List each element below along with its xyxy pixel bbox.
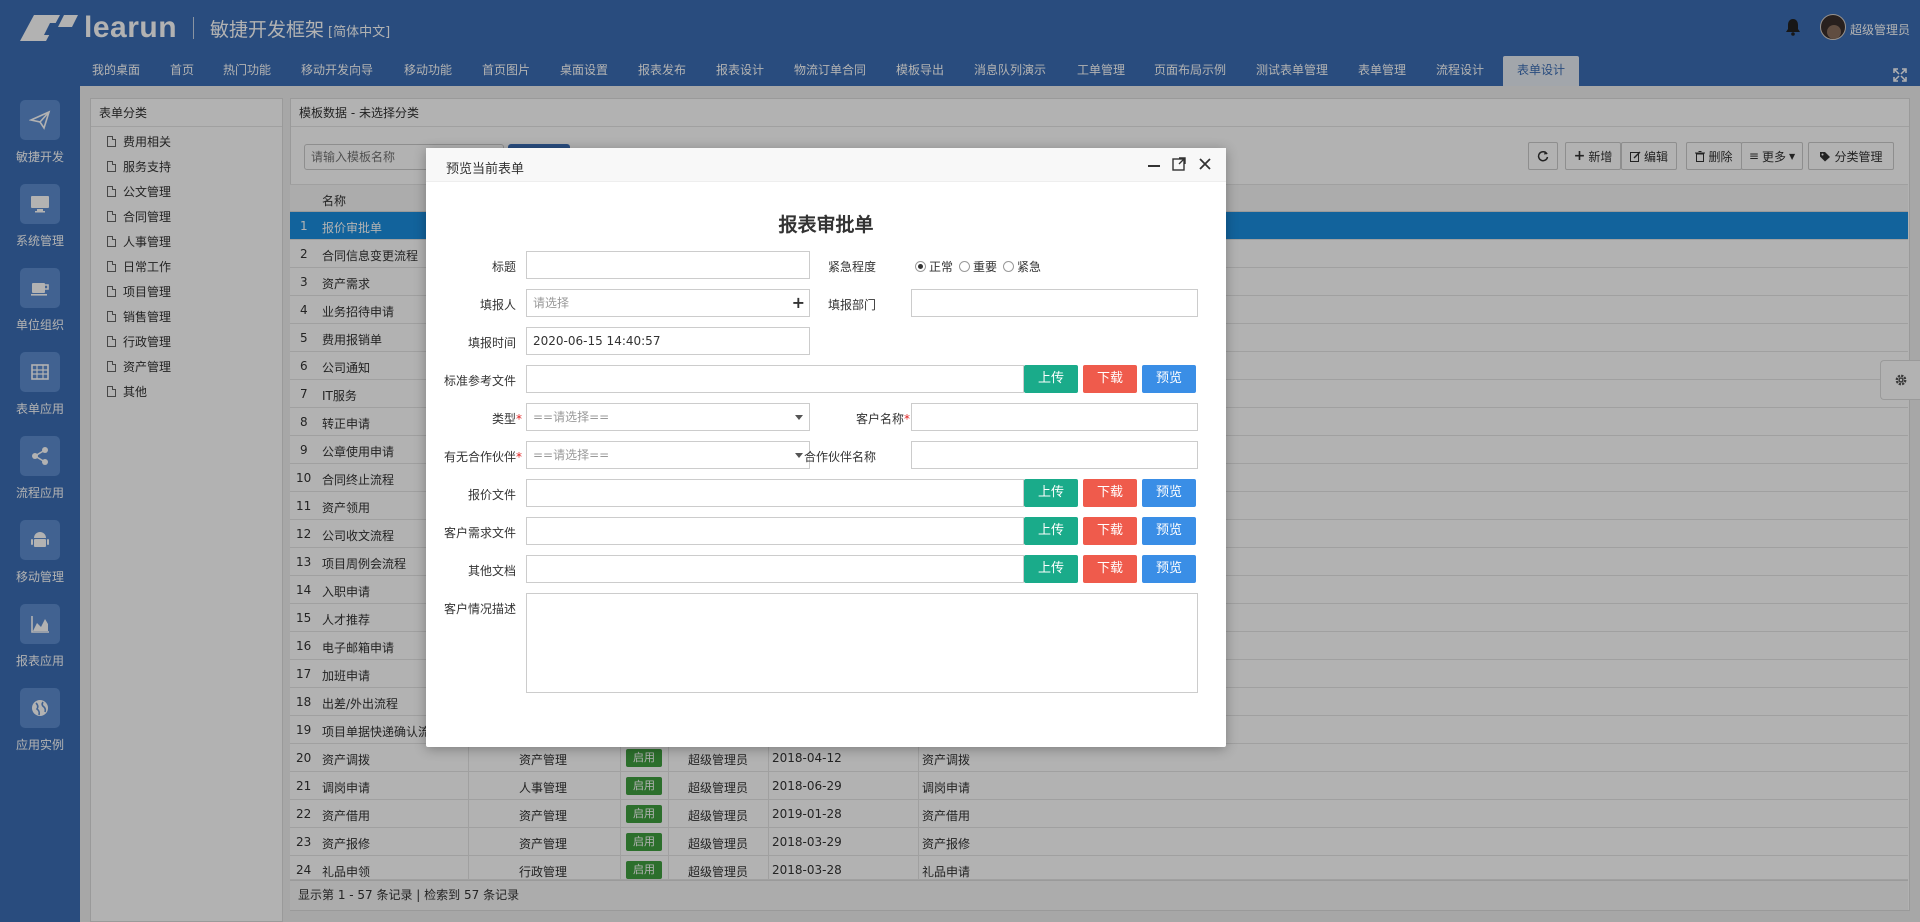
preview-form-dialog: 预览当前表单 报表审批单 标题 紧急程度 正常 重要 紧急 填报人 请选择 + …: [426, 148, 1226, 747]
close-icon[interactable]: [1197, 156, 1213, 172]
time-label: 填报时间: [467, 336, 516, 350]
req-file-input[interactable]: [526, 517, 1024, 545]
radio-label: 正常: [929, 260, 954, 274]
customer-desc-label: 客户情况描述: [443, 602, 516, 616]
other-file-label: 其他文档: [467, 564, 516, 578]
urgency-radio-important[interactable]: 重要: [959, 258, 997, 275]
urgency-label: 紧急程度: [827, 260, 876, 274]
preview-button[interactable]: 预览: [1142, 517, 1196, 545]
dept-input[interactable]: [911, 289, 1198, 317]
type-label: 类型*: [491, 412, 522, 426]
urgency-radio-urgent[interactable]: 紧急: [1003, 258, 1041, 275]
upload-button[interactable]: 上传: [1024, 517, 1078, 545]
dept-label: 填报部门: [827, 298, 876, 312]
quote-file-label: 报价文件: [467, 488, 516, 502]
radio-label: 重要: [973, 260, 998, 274]
download-button[interactable]: 下载: [1083, 555, 1137, 583]
reporter-placeholder: 请选择: [533, 296, 570, 310]
has-partner-label: 有无合作伙伴*: [443, 450, 522, 464]
partner-name-label: 合作伙伴名称: [803, 450, 876, 464]
std-file-input[interactable]: [526, 365, 1024, 393]
customer-input[interactable]: [911, 403, 1198, 431]
req-file-label: 客户需求文件: [443, 526, 516, 540]
preview-button[interactable]: 预览: [1142, 555, 1196, 583]
urgency-radio-group: 正常 重要 紧急: [915, 258, 1047, 275]
urgency-radio-normal[interactable]: 正常: [915, 258, 953, 275]
dialog-header: 预览当前表单: [426, 148, 1226, 182]
customer-label: 客户名称*: [855, 412, 910, 426]
type-placeholder: ==请选择==: [533, 410, 610, 424]
std-file-label: 标准参考文件: [443, 374, 516, 388]
time-input[interactable]: 2020-06-15 14:40:57: [526, 327, 810, 355]
upload-button[interactable]: 上传: [1024, 479, 1078, 507]
radio-label: 紧急: [1017, 260, 1042, 274]
has-partner-placeholder: ==请选择==: [533, 448, 610, 462]
upload-button[interactable]: 上传: [1024, 555, 1078, 583]
form-title: 报表审批单: [778, 214, 874, 236]
dialog-title: 预览当前表单: [446, 162, 525, 177]
maximize-icon[interactable]: [1171, 156, 1187, 172]
quote-file-input[interactable]: [526, 479, 1024, 507]
preview-button[interactable]: 预览: [1142, 365, 1196, 393]
reporter-label: 填报人: [479, 298, 516, 312]
title-label: 标题: [491, 260, 516, 274]
minimize-icon[interactable]: [1146, 156, 1162, 172]
download-button[interactable]: 下载: [1083, 517, 1137, 545]
download-button[interactable]: 下载: [1083, 365, 1137, 393]
partner-name-input[interactable]: [911, 441, 1198, 469]
upload-button[interactable]: 上传: [1024, 365, 1078, 393]
customer-desc-textarea[interactable]: [526, 593, 1198, 693]
preview-button[interactable]: 预览: [1142, 479, 1196, 507]
download-button[interactable]: 下载: [1083, 479, 1137, 507]
other-file-input[interactable]: [526, 555, 1024, 583]
